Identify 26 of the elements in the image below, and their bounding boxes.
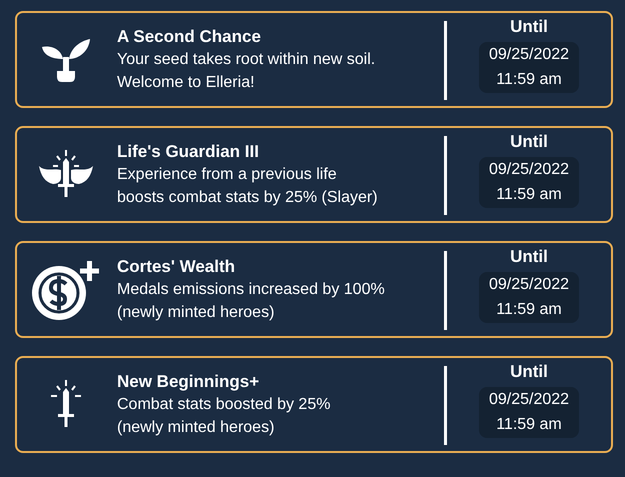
expiry-time: 11:59 am	[496, 71, 562, 89]
until-label: Until	[510, 132, 548, 152]
coin-plus-icon	[30, 258, 102, 320]
buff-title: Cortes' Wealth	[117, 257, 236, 277]
description-line: Welcome to Elleria!	[117, 74, 256, 92]
expiry-time: 11:59 am	[496, 301, 562, 319]
buff-title: Life's Guardian III	[117, 142, 260, 162]
description-line: boosts combat stats by 25% (Slayer)	[117, 189, 379, 207]
expiry-date: 09/25/2022	[488, 276, 570, 294]
expiry-date: 09/25/2022	[488, 46, 570, 64]
expiry-date: 09/25/2022	[488, 161, 570, 179]
buff-title: New Beginnings+	[117, 372, 260, 392]
expiry-time: 11:59 am	[496, 416, 562, 434]
description-line: Combat stats boosted by 25%	[117, 396, 332, 414]
sprout-icon	[41, 36, 91, 82]
description-line: (newly minted heroes)	[117, 419, 276, 437]
until-label: Until	[510, 17, 548, 37]
description-line: Experience from a previous life	[117, 166, 338, 184]
buff-title: A Second Chance	[117, 27, 262, 47]
until-label: Until	[510, 247, 548, 267]
description-line: (newly minted heroes)	[117, 304, 276, 322]
until-label: Until	[510, 362, 548, 382]
expiry-time: 11:59 am	[496, 186, 562, 204]
description-line: Medals emissions increased by 100%	[117, 281, 386, 299]
description-line: Your seed takes root within new soil.	[117, 51, 376, 69]
expiry-date: 09/25/2022	[488, 391, 570, 409]
